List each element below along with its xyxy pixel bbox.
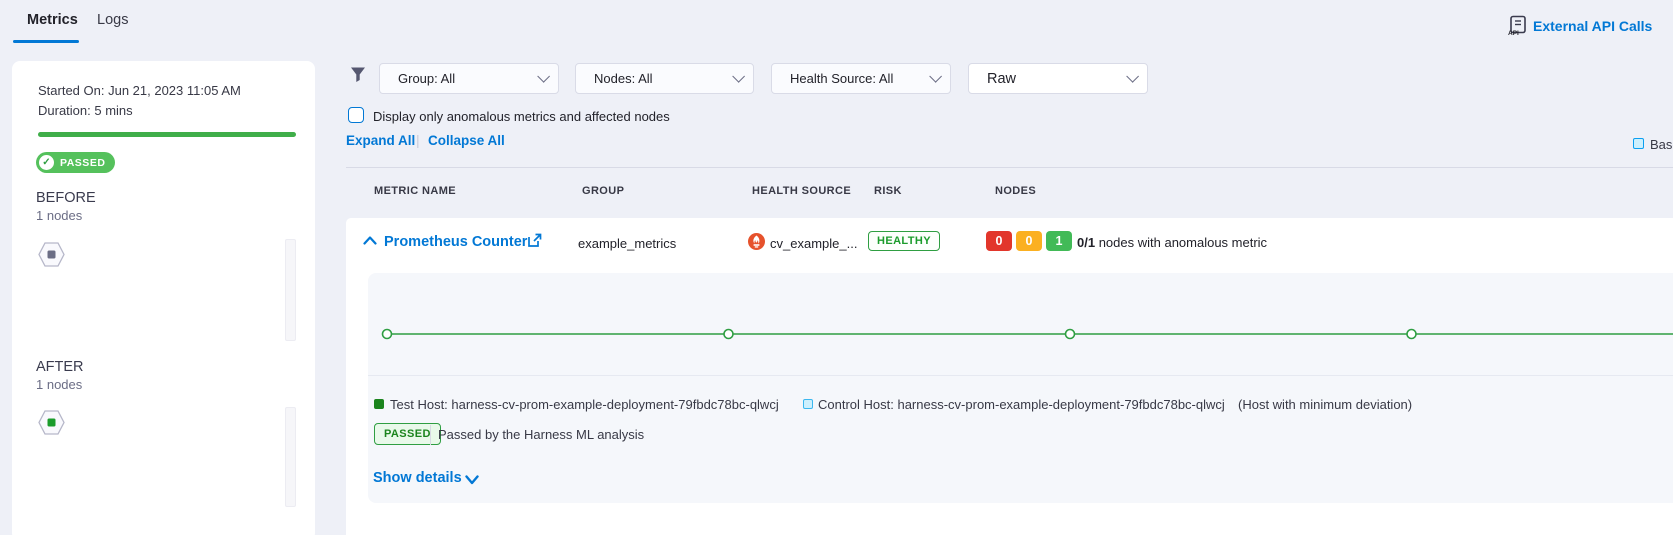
view-mode-dropdown[interactable]: Raw xyxy=(968,63,1148,94)
metric-detail-panel: Test Host: harness-cv-prom-example-deplo… xyxy=(368,273,1673,503)
expand-all-link[interactable]: Expand All xyxy=(346,133,415,148)
verification-metrics-page: Metrics Logs API External API Calls Star… xyxy=(0,0,1673,535)
col-header-risk: RISK xyxy=(874,185,902,197)
control-host-legend-label: Control Host: harness-cv-prom-example-de… xyxy=(818,397,1225,412)
external-api-calls-label: External API Calls xyxy=(1533,18,1652,34)
before-scrollbar[interactable] xyxy=(285,239,296,341)
anomalous-only-checkbox[interactable] xyxy=(348,107,364,123)
col-header-nodes: NODES xyxy=(995,185,1036,197)
warning-node-count-orange: 0 xyxy=(1016,231,1042,251)
healthy-node-count-green: 1 xyxy=(1046,231,1072,251)
chart-baseline-divider xyxy=(368,375,1673,376)
before-node-status-square xyxy=(48,251,56,259)
prometheus-icon xyxy=(748,233,765,250)
table-header-divider xyxy=(346,167,1673,168)
tab-metrics-underline xyxy=(13,40,79,43)
after-node-hexagon[interactable] xyxy=(38,410,65,435)
verification-summary-card: Started On: Jun 21, 2023 11:05 AM Durati… xyxy=(12,61,315,535)
chevron-down-icon xyxy=(1126,70,1139,83)
chart-data-point[interactable] xyxy=(1407,330,1416,339)
metric-group-cell: example_metrics xyxy=(578,236,676,251)
verification-progress-bar xyxy=(38,132,296,137)
api-document-icon: API xyxy=(1508,15,1527,36)
show-details-link[interactable]: Show details xyxy=(373,470,462,486)
check-icon: ✓ xyxy=(39,155,54,170)
status-separator xyxy=(430,425,431,445)
view-mode-value: Raw xyxy=(987,71,1016,87)
nodes-summary-text: nodes with anomalous metric xyxy=(1099,235,1267,250)
chart-data-point[interactable] xyxy=(724,330,733,339)
risk-status-badge: HEALTHY xyxy=(868,231,940,251)
col-header-group: GROUP xyxy=(582,185,624,197)
control-host-legend-note: (Host with minimum deviation) xyxy=(1238,397,1412,412)
health-source-cell: cv_example_... xyxy=(770,236,857,251)
group-filter-dropdown[interactable]: Group: All xyxy=(379,63,559,94)
health-source-filter-dropdown[interactable]: Health Source: All xyxy=(771,63,951,94)
test-host-legend-label: Test Host: harness-cv-prom-example-deplo… xyxy=(390,397,779,412)
before-node-count: 1 nodes xyxy=(36,208,82,223)
metric-name-link[interactable]: Prometheus Counter xyxy=(384,234,527,250)
group-filter-value: Group: All xyxy=(398,71,455,86)
collapse-row-chevron-up-icon[interactable] xyxy=(363,236,377,245)
after-scrollbar[interactable] xyxy=(285,407,296,507)
health-source-filter-value: Health Source: All xyxy=(790,71,893,86)
before-section-label: BEFORE xyxy=(36,190,96,206)
nodes-filter-dropdown[interactable]: Nodes: All xyxy=(575,63,754,94)
anomalous-node-count-red: 0 xyxy=(986,231,1012,251)
svg-text:API: API xyxy=(1508,30,1519,36)
started-on-text: Started On: Jun 21, 2023 11:05 AM xyxy=(38,83,241,98)
show-details-chevron-down-icon[interactable] xyxy=(465,475,479,485)
baseline-legend-checkbox[interactable] xyxy=(1633,138,1644,149)
before-node-hexagon[interactable] xyxy=(38,242,65,267)
test-host-legend-swatch xyxy=(374,399,384,409)
col-header-metric-name: METRIC NAME xyxy=(374,185,456,197)
external-api-calls-button[interactable]: API External API Calls xyxy=(1508,15,1652,36)
nodes-summary: 0/1 nodes with anomalous metric xyxy=(1077,235,1267,250)
external-link-icon[interactable] xyxy=(527,233,542,248)
anomalous-only-label: Display only anomalous metrics and affec… xyxy=(373,109,670,124)
control-host-legend-swatch xyxy=(803,399,813,409)
nodes-filter-value: Nodes: All xyxy=(594,71,653,86)
after-section-label: AFTER xyxy=(36,359,84,375)
after-node-status-square xyxy=(48,419,56,427)
chart-data-point[interactable] xyxy=(383,330,392,339)
chevron-down-icon xyxy=(537,70,550,83)
chevron-down-icon xyxy=(929,70,942,83)
chevron-down-icon xyxy=(732,70,745,83)
analysis-status-text: Passed by the Harness ML analysis xyxy=(438,427,644,442)
expand-collapse-separator: | xyxy=(416,132,420,148)
verification-status-badge: ✓ PASSED xyxy=(36,152,115,173)
chart-data-point[interactable] xyxy=(1066,330,1075,339)
col-header-health-source: HEALTH SOURCE xyxy=(752,185,851,197)
duration-text: Duration: 5 mins xyxy=(38,103,133,118)
tab-logs[interactable]: Logs xyxy=(97,12,128,28)
baseline-legend-label: Baseline xyxy=(1650,137,1673,152)
nodes-summary-ratio: 0/1 xyxy=(1077,235,1095,250)
metric-row-card: Prometheus Counter example_metrics cv_ex… xyxy=(346,218,1673,535)
collapse-all-link[interactable]: Collapse All xyxy=(428,133,505,148)
filter-icon[interactable] xyxy=(350,66,366,83)
tab-metrics[interactable]: Metrics xyxy=(27,12,78,28)
after-node-count: 1 nodes xyxy=(36,377,82,392)
